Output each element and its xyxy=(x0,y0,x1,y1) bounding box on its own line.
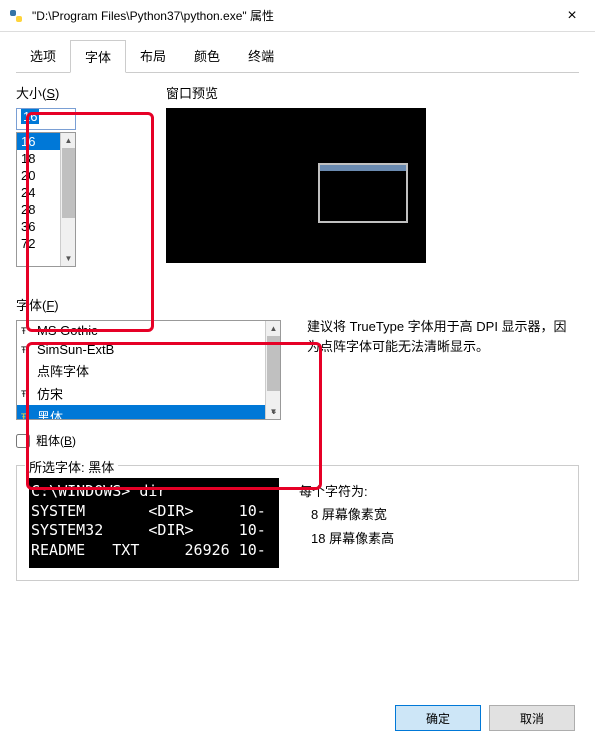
size-input-value: 16 xyxy=(21,109,39,124)
tab-font[interactable]: 字体 xyxy=(70,40,126,73)
size-label: 大小(S) xyxy=(16,83,146,102)
selected-font-group: 所选字体: 黑体 C:\WINDOWS> dir SYSTEM <DIR> 10… xyxy=(16,465,579,581)
size-option[interactable]: 28 xyxy=(17,201,62,218)
font-group: 字体(F) ŦMS Gothic ŦSimSun-ExtB 点阵字体 Ŧ仿宋 Ŧ… xyxy=(16,295,291,420)
ok-button[interactable]: 确定 xyxy=(395,705,481,731)
preview-mini-window xyxy=(318,163,408,223)
font-listbox[interactable]: ŦMS Gothic ŦSimSun-ExtB 点阵字体 Ŧ仿宋 Ŧ黑体 ▲ ▼… xyxy=(16,320,281,420)
sample-console: C:\WINDOWS> dir SYSTEM <DIR> 10- SYSTEM3… xyxy=(29,478,279,568)
font-hint-text: 建议将 TrueType 字体用于高 DPI 显示器，因为点阵字体可能无法清晰显… xyxy=(307,295,579,420)
cancel-button[interactable]: 取消 xyxy=(489,705,575,731)
char-info-label: 每个字符为: xyxy=(299,480,566,503)
font-option[interactable]: Ŧ黑体 xyxy=(17,405,280,420)
font-option[interactable]: Ŧ仿宋 xyxy=(17,382,280,405)
char-width-text: 8 屏幕像素宽 xyxy=(299,503,566,526)
scroll-up-icon[interactable]: ▲ xyxy=(62,133,75,148)
size-option[interactable]: 72 xyxy=(17,235,62,252)
bold-checkbox-row: 粗体(B) xyxy=(16,432,579,449)
font-option[interactable]: 点阵字体 xyxy=(17,359,280,382)
tab-options[interactable]: 选项 xyxy=(16,40,70,72)
font-option[interactable]: ŦSimSun-ExtB xyxy=(17,340,280,359)
scroll-up-icon[interactable]: ▲ xyxy=(267,321,280,336)
tab-bar: 选项 字体 布局 颜色 终端 xyxy=(16,40,579,73)
scroll-down-icon[interactable]: ▼ xyxy=(62,251,75,266)
bold-label: 粗体(B) xyxy=(36,432,76,449)
titlebar: "D:\Program Files\Python37\python.exe" 属… xyxy=(0,0,595,32)
font-option[interactable]: ŦMS Gothic xyxy=(17,321,280,340)
truetype-icon: Ŧ xyxy=(21,345,33,355)
tab-colors[interactable]: 颜色 xyxy=(180,40,234,72)
truetype-icon: Ŧ xyxy=(21,326,33,336)
python-icon xyxy=(8,8,24,24)
dialog-buttons: 确定 取消 xyxy=(395,705,575,731)
preview-canvas xyxy=(166,108,426,263)
tab-layout[interactable]: 布局 xyxy=(126,40,180,72)
preview-mini-titlebar xyxy=(320,165,406,171)
char-info: 每个字符为: 8 屏幕像素宽 18 屏幕像素高 xyxy=(299,478,566,568)
preview-group: 窗口预览 xyxy=(166,83,579,267)
truetype-icon: Ŧ xyxy=(21,412,33,421)
size-option[interactable]: 24 xyxy=(17,184,62,201)
size-option[interactable]: 16 xyxy=(17,133,62,150)
window-title: "D:\Program Files\Python37\python.exe" 属… xyxy=(32,7,549,24)
size-input[interactable]: 16 xyxy=(16,108,76,130)
preview-label: 窗口预览 xyxy=(166,83,579,102)
dialog-body: 选项 字体 布局 颜色 终端 大小(S) 16 16 18 20 24 28 3… xyxy=(0,32,595,631)
chevron-down-icon: ⌄ xyxy=(270,406,278,417)
scroll-thumb[interactable] xyxy=(62,148,75,218)
size-option[interactable]: 36 xyxy=(17,218,62,235)
size-option[interactable]: 20 xyxy=(17,167,62,184)
bold-checkbox[interactable] xyxy=(16,434,30,448)
char-height-text: 18 屏幕像素高 xyxy=(299,527,566,550)
scroll-thumb[interactable] xyxy=(267,336,280,391)
size-listbox[interactable]: 16 18 20 24 28 36 72 ▲ ▼ xyxy=(16,132,76,267)
size-scrollbar[interactable]: ▲ ▼ xyxy=(60,133,75,266)
tab-terminal[interactable]: 终端 xyxy=(234,40,288,72)
font-label: 字体(F) xyxy=(16,295,291,314)
size-group: 大小(S) 16 16 18 20 24 28 36 72 ▲ ▼ xyxy=(16,83,146,267)
size-option[interactable]: 18 xyxy=(17,150,62,167)
truetype-icon: Ŧ xyxy=(21,389,33,399)
font-scrollbar[interactable]: ▲ ▼ xyxy=(265,321,280,419)
close-button[interactable]: × xyxy=(549,0,595,32)
selected-font-legend: 所选字体: 黑体 xyxy=(25,457,118,476)
